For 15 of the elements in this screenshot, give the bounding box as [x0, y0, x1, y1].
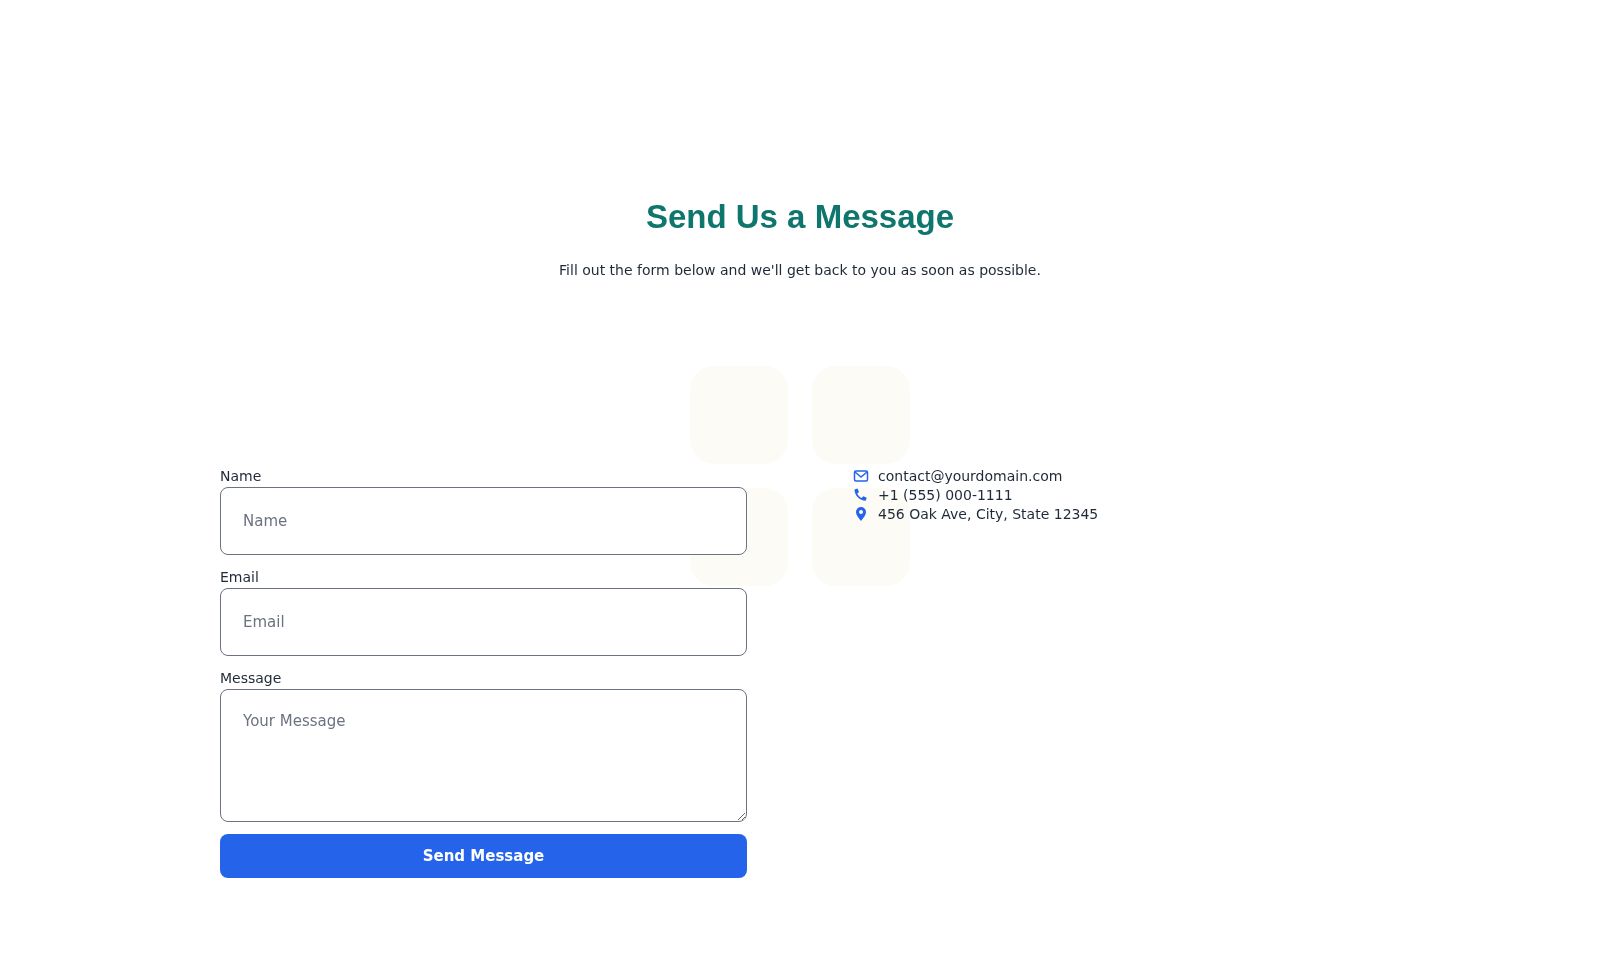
page-subtitle: Fill out the form below and we'll get back to you as soon as possible.	[558, 262, 1042, 278]
contact-text: 456 Oak Ave, City, State 12345	[878, 506, 1099, 522]
page-heading: Send Us a Message	[644, 198, 956, 236]
contact-text: +1 (555) 000-1111	[878, 487, 1013, 503]
location-pin-icon	[853, 506, 869, 522]
send-button[interactable]: Send Message	[220, 834, 747, 878]
text-field[interactable]: Name	[220, 487, 747, 555]
field-label: Email	[220, 569, 259, 585]
envelope-icon	[853, 468, 869, 484]
field-label: Message	[220, 670, 282, 686]
field-label: Name	[220, 468, 262, 484]
contact-text: contact@yourdomain.com	[878, 468, 1063, 484]
text-field[interactable]: Email	[220, 588, 747, 656]
phone-icon	[853, 487, 869, 503]
message-field[interactable]: Your Message	[220, 689, 747, 822]
